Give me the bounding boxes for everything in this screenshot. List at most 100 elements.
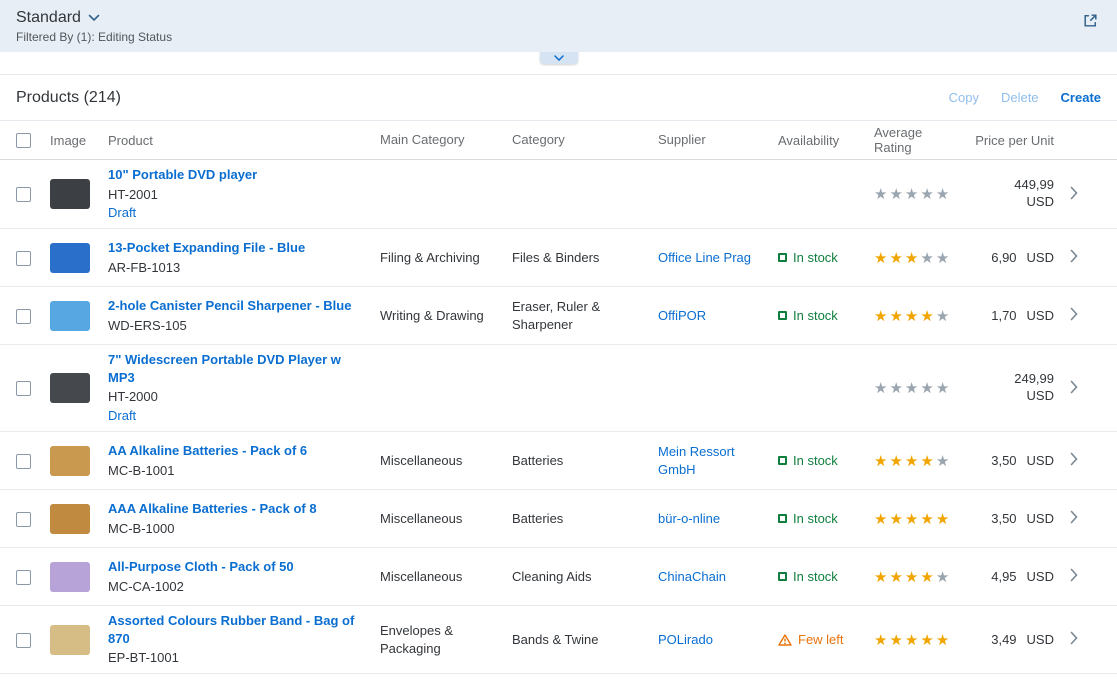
row-chevron-icon[interactable] [1070, 631, 1078, 645]
product-link[interactable]: 2-hole Canister Pencil Sharpener - Blue [108, 297, 351, 315]
rating-stars: ★★★★★ [874, 452, 968, 470]
price-amount: 1,70 [991, 308, 1016, 323]
table-body: 10" Portable DVD player HT-2001 Draft ★★… [0, 160, 1117, 681]
create-button[interactable]: Create [1061, 90, 1101, 105]
price: 449,99 USD [968, 177, 1054, 211]
table-row[interactable]: 13-Pocket Expanding File - Blue AR-FB-10… [0, 229, 1117, 287]
table-row[interactable]: 10" Portable DVD player HT-2001 Draft ★★… [0, 160, 1117, 229]
product-image [50, 562, 90, 592]
variant-title: Standard [16, 9, 81, 27]
in-stock-icon [778, 253, 787, 262]
warning-icon [778, 634, 792, 646]
availability: In stock [778, 453, 874, 468]
row-checkbox[interactable] [16, 309, 31, 324]
product-image [50, 504, 90, 534]
supplier-link[interactable]: Mein Ressort GmbH [658, 444, 735, 477]
page-title: Products (214) [16, 89, 121, 107]
price-amount: 3,50 [991, 511, 1016, 526]
row-chevron-icon[interactable] [1070, 568, 1078, 582]
supplier-link[interactable]: bür-o-nline [658, 511, 720, 526]
product-status: Draft [108, 205, 368, 222]
price: 3,50 USD [968, 511, 1054, 526]
rating-stars: ★★★★★ [874, 379, 968, 397]
price-currency: USD [1027, 194, 1054, 211]
product-link[interactable]: 10" Portable DVD player [108, 166, 257, 184]
product-id: AR-FB-1013 [108, 260, 368, 277]
row-chevron-icon[interactable] [1070, 452, 1078, 466]
table-row[interactable]: All-Purpose Cloth - Pack of 50 MC-CA-100… [0, 548, 1117, 606]
table-row[interactable]: 2-hole Canister Pencil Sharpener - Blue … [0, 287, 1117, 345]
availability-label: In stock [793, 308, 838, 323]
page-header: Standard Filtered By (1): Editing Status [0, 0, 1117, 52]
table-row[interactable]: Black Bottom Paper Carrier - Pack of 250… [0, 674, 1117, 681]
product-link[interactable]: AAA Alkaline Batteries - Pack of 8 [108, 500, 317, 518]
column-header-product: Product [108, 133, 380, 148]
product-link[interactable]: All-Purpose Cloth - Pack of 50 [108, 558, 294, 576]
main-category: Envelopes & Packaging [380, 622, 512, 657]
variant-selector[interactable]: Standard [16, 9, 100, 27]
copy-button[interactable]: Copy [949, 90, 979, 105]
row-checkbox[interactable] [16, 187, 31, 202]
share-icon [1082, 17, 1099, 32]
select-all-checkbox[interactable] [16, 133, 31, 148]
availability: In stock [778, 308, 874, 323]
category: Eraser, Ruler & Sharpener [512, 298, 658, 333]
availability: In stock [778, 511, 874, 526]
price-amount: 3,50 [991, 453, 1016, 468]
rating-stars: ★★★★★ [874, 307, 968, 325]
row-checkbox[interactable] [16, 454, 31, 469]
category: Batteries [512, 510, 658, 528]
table-row[interactable]: 7" Widescreen Portable DVD Player w MP3 … [0, 345, 1117, 432]
price: 249,99 USD [968, 371, 1054, 405]
rating-stars: ★★★★★ [874, 185, 968, 203]
product-link[interactable]: AA Alkaline Batteries - Pack of 6 [108, 442, 307, 460]
product-status: Draft [108, 408, 368, 425]
price: 1,70 USD [968, 308, 1054, 323]
product-id: MC-B-1000 [108, 521, 368, 538]
price-currency: USD [1027, 453, 1054, 468]
table-row[interactable]: AAA Alkaline Batteries - Pack of 8 MC-B-… [0, 490, 1117, 548]
row-checkbox[interactable] [16, 570, 31, 585]
category: Files & Binders [512, 249, 658, 267]
table-row[interactable]: Assorted Colours Rubber Band - Bag of 87… [0, 606, 1117, 674]
product-id: WD-ERS-105 [108, 318, 368, 335]
row-checkbox[interactable] [16, 381, 31, 396]
column-header-supplier: Supplier [658, 131, 778, 149]
row-chevron-icon[interactable] [1070, 249, 1078, 263]
table-row[interactable]: AA Alkaline Batteries - Pack of 6 MC-B-1… [0, 432, 1117, 490]
rating-stars: ★★★★★ [874, 568, 968, 586]
product-link[interactable]: Assorted Colours Rubber Band - Bag of 87… [108, 612, 368, 647]
availability: Few left [778, 632, 874, 647]
product-link[interactable]: 13-Pocket Expanding File - Blue [108, 239, 305, 257]
supplier-link[interactable]: POLirado [658, 632, 713, 647]
category: Cleaning Aids [512, 568, 658, 586]
row-chevron-icon[interactable] [1070, 186, 1078, 200]
price: 3,50 USD [968, 453, 1054, 468]
product-id: MC-CA-1002 [108, 579, 368, 596]
price-amount: 249,99 [1014, 371, 1054, 388]
product-link[interactable]: 7" Widescreen Portable DVD Player w MP3 [108, 351, 368, 386]
price-amount: 4,95 [991, 569, 1016, 584]
row-chevron-icon[interactable] [1070, 510, 1078, 524]
share-button[interactable] [1080, 10, 1101, 34]
row-chevron-icon[interactable] [1070, 307, 1078, 321]
column-header-image: Image [50, 133, 108, 148]
row-chevron-icon[interactable] [1070, 380, 1078, 394]
delete-button[interactable]: Delete [1001, 90, 1039, 105]
row-checkbox[interactable] [16, 251, 31, 266]
in-stock-icon [778, 311, 787, 320]
supplier-link[interactable]: Office Line Prag [658, 250, 751, 265]
header-collapse-strip [0, 52, 1117, 74]
price-amount: 449,99 [1014, 177, 1054, 194]
supplier-link[interactable]: OffiPOR [658, 308, 706, 323]
price-amount: 6,90 [991, 250, 1016, 265]
row-checkbox[interactable] [16, 512, 31, 527]
chevron-down-icon [88, 9, 100, 27]
supplier-link[interactable]: ChinaChain [658, 569, 726, 584]
row-checkbox[interactable] [16, 633, 31, 648]
product-id: MC-B-1001 [108, 463, 368, 480]
availability-label: In stock [793, 569, 838, 584]
availability-label: In stock [793, 511, 838, 526]
main-category: Miscellaneous [380, 452, 512, 470]
availability-label: Few left [798, 632, 844, 647]
